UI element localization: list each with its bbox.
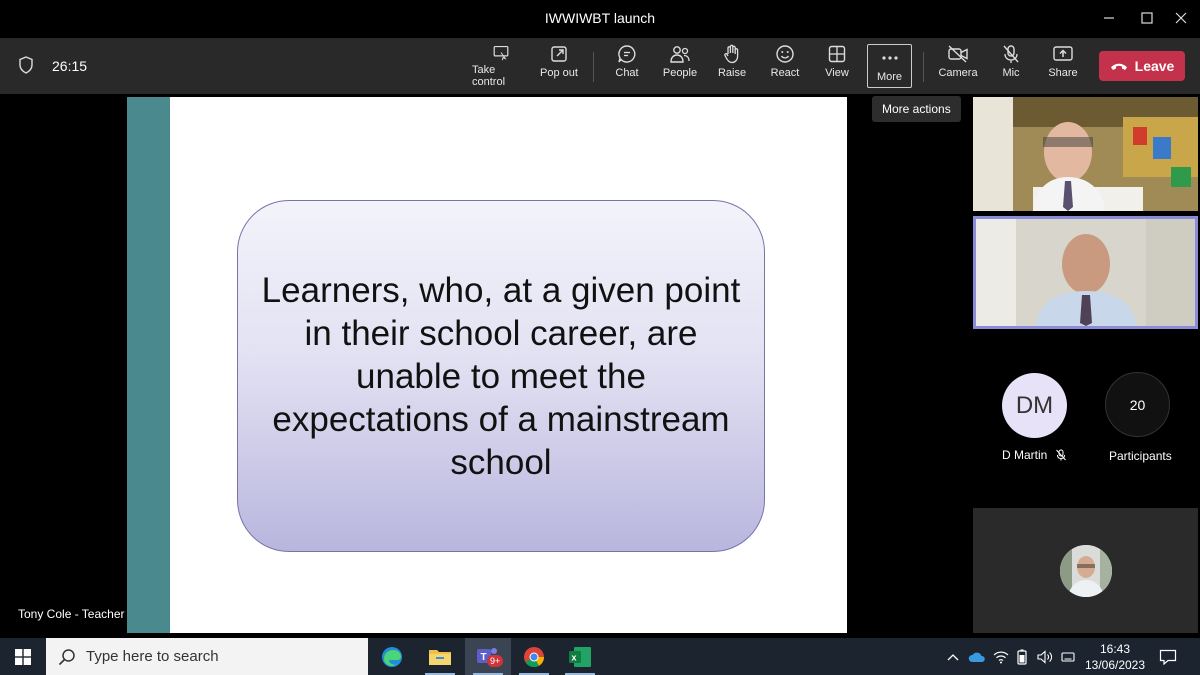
more-dots-icon [881, 56, 898, 60]
svg-text:T: T [481, 652, 487, 663]
onedrive-tray[interactable] [966, 638, 988, 675]
battery-icon [1017, 649, 1027, 665]
pop-out-icon [551, 46, 567, 62]
presenter-name-label: Tony Cole - Teacher [18, 607, 125, 621]
clock-date: 13/06/2023 [1084, 658, 1146, 672]
view-button[interactable]: View [819, 44, 855, 88]
take-control-label: Take control [472, 64, 506, 88]
chat-icon [618, 45, 636, 63]
smiley-icon [776, 45, 794, 63]
volume-tray[interactable] [1034, 638, 1056, 675]
slide-text: Learners, who, at a given point in their… [261, 270, 741, 482]
self-view-image [1060, 545, 1112, 597]
taskbar-teams[interactable]: T 9+ [465, 638, 511, 675]
chat-label: Chat [615, 67, 639, 79]
folder-icon [429, 649, 451, 665]
pop-out-button[interactable]: Pop out [536, 44, 582, 88]
hang-up-icon [1110, 63, 1127, 70]
share-label: Share [1048, 67, 1078, 79]
speaker-video-image [976, 219, 1195, 326]
wifi-tray[interactable] [990, 638, 1012, 675]
mic-off-icon [1003, 45, 1019, 63]
leave-button[interactable]: Leave [1099, 51, 1185, 81]
windows-taskbar: Type here to search T 9+ x 16:43 13/06/2… [0, 638, 1200, 675]
participant-video-tile[interactable] [973, 97, 1198, 211]
camera-label: Camera [938, 67, 978, 79]
title-bar: IWWIWBT launch [0, 0, 1200, 38]
more-label: More [876, 71, 903, 83]
participant-avatar[interactable]: DM [1002, 373, 1067, 438]
people-label: People [662, 67, 698, 79]
participants-count-button[interactable]: 20 [1105, 372, 1170, 437]
take-control-button[interactable]: Take control [472, 44, 530, 88]
share-button[interactable]: Share [1044, 44, 1082, 88]
people-button[interactable]: People [660, 44, 700, 88]
battery-tray[interactable] [1012, 638, 1032, 675]
taskbar-file-explorer[interactable] [417, 638, 463, 675]
meeting-toolbar: 26:15 Take control Pop out Chat People R… [0, 38, 1200, 94]
shield-icon [18, 56, 34, 79]
taskbar-excel[interactable]: x [557, 638, 603, 675]
pop-out-label: Pop out [540, 67, 578, 79]
more-actions-tooltip: More actions [872, 96, 961, 122]
close-button[interactable] [1158, 0, 1200, 36]
teams-notification-badge: 9+ [487, 655, 504, 667]
taskbar-chrome[interactable] [511, 638, 557, 675]
taskbar-search-box[interactable]: Type here to search [46, 638, 368, 675]
maximize-icon [1141, 12, 1153, 24]
participant-name: D Martin [1002, 448, 1067, 462]
react-button[interactable]: React [766, 44, 804, 88]
view-label: View [825, 67, 849, 79]
chat-button[interactable]: Chat [607, 44, 647, 88]
raise-hand-button[interactable]: Raise [714, 44, 750, 88]
participants-count-label: Participants [1109, 449, 1172, 463]
take-control-icon [493, 45, 509, 61]
share-screen-icon [1053, 46, 1073, 61]
active-speaker-video-tile[interactable] [973, 216, 1198, 329]
more-button[interactable]: More [867, 44, 912, 88]
grid-view-icon [828, 45, 846, 63]
speaker-icon [1037, 649, 1052, 664]
chrome-icon [524, 646, 545, 667]
clock-time: 16:43 [1099, 642, 1131, 656]
keyboard-icon [1061, 651, 1075, 662]
window-title: IWWIWBT launch [544, 10, 656, 26]
camera-button[interactable]: Camera [938, 44, 978, 88]
camera-off-icon [948, 45, 968, 63]
show-hidden-icons[interactable] [944, 638, 962, 675]
muted-mic-icon [1056, 449, 1067, 461]
participant-video-image [973, 97, 1198, 211]
taskbar-edge[interactable] [369, 638, 415, 675]
mic-button[interactable]: Mic [996, 44, 1026, 88]
presentation-slide: Learners, who, at a given point in their… [127, 97, 847, 633]
edge-browser-icon [382, 646, 402, 667]
svg-text:x: x [572, 652, 577, 662]
excel-icon: x [569, 646, 591, 667]
mic-label: Mic [1002, 67, 1020, 79]
language-tray[interactable] [1057, 638, 1079, 675]
search-placeholder: Type here to search [86, 648, 219, 665]
close-icon [1175, 12, 1187, 24]
chevron-up-icon [947, 653, 959, 660]
slide-text-box: Learners, who, at a given point in their… [237, 200, 765, 552]
self-view-avatar [1060, 545, 1112, 597]
meeting-timer: 26:15 [52, 58, 88, 74]
taskbar-clock[interactable]: 16:43 13/06/2023 [1080, 641, 1150, 673]
windows-logo-icon [15, 648, 31, 665]
notification-icon [1159, 649, 1177, 665]
people-icon [670, 46, 690, 63]
slide-accent-bar [127, 97, 170, 633]
raise-label: Raise [717, 67, 747, 79]
notifications-button[interactable] [1154, 638, 1182, 675]
minimize-icon [1104, 17, 1114, 19]
onedrive-cloud-icon [968, 652, 985, 662]
react-label: React [770, 67, 800, 79]
raise-hand-icon [724, 44, 739, 64]
search-icon [58, 648, 75, 665]
leave-label: Leave [1134, 58, 1175, 74]
start-button[interactable] [0, 638, 46, 675]
wifi-icon [993, 651, 1009, 663]
